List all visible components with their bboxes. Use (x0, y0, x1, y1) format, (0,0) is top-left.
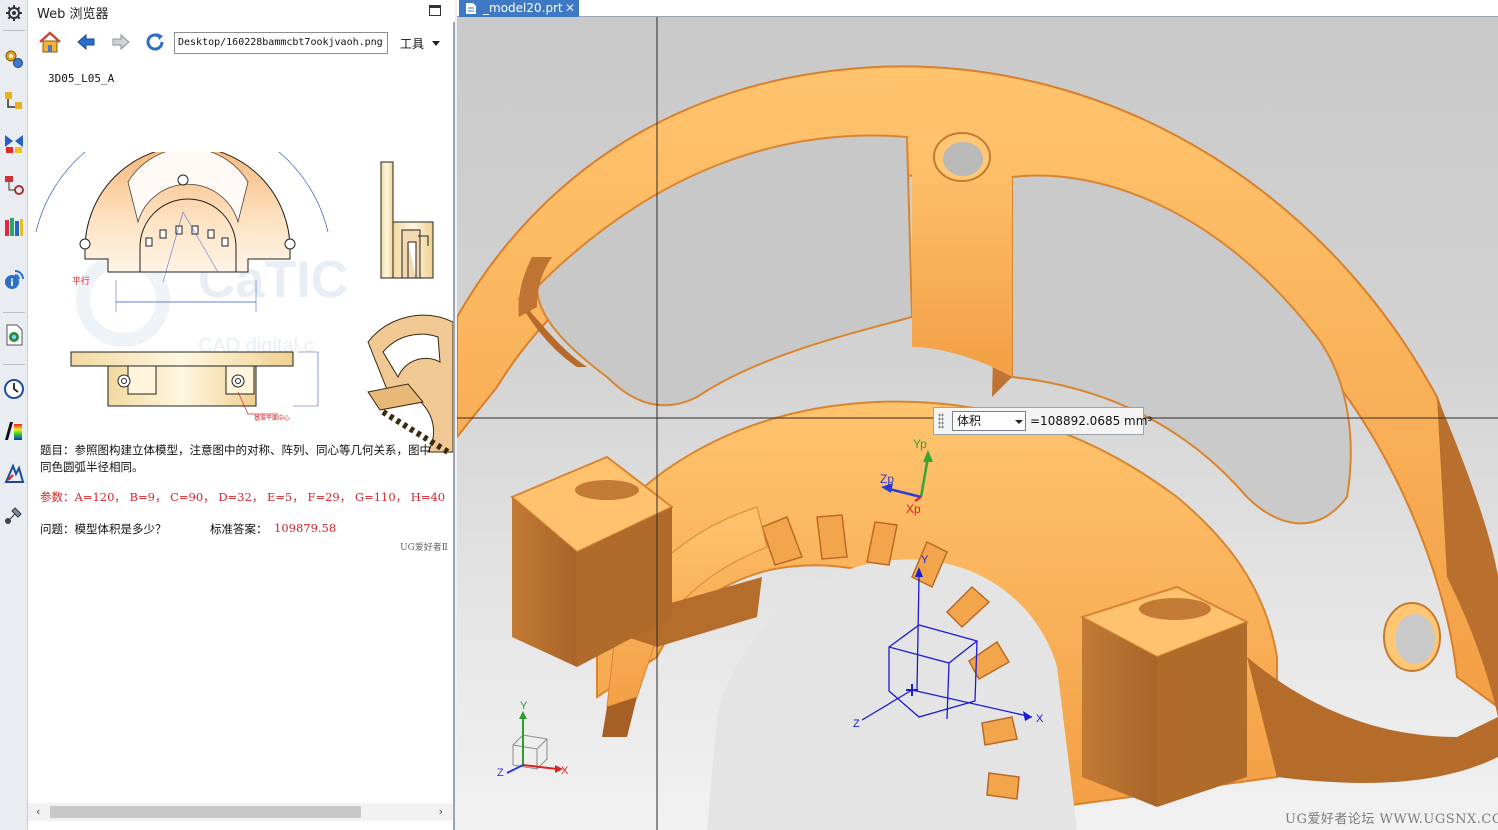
svg-text:i: i (10, 278, 13, 289)
wcs-x-label: X (1036, 713, 1044, 725)
part-navigator-icon[interactable] (2, 130, 26, 156)
reuse-library-icon[interactable] (2, 172, 26, 198)
horizontal-scrollbar[interactable]: ‹ › (28, 803, 453, 821)
volume-value: =108892.0685 mm³ (1030, 414, 1153, 428)
3d-viewport[interactable]: X Y Z Yp Zp Xp Y X Z 体积 =108892.0685 mm³… (457, 17, 1498, 830)
home-icon[interactable] (36, 28, 64, 56)
hd3d-tools-icon[interactable] (2, 214, 26, 240)
process-studio-icon[interactable] (2, 460, 26, 486)
refresh-icon[interactable] (141, 28, 169, 56)
address-input[interactable]: Desktop/160228bammcbt7ookjvaoh.png (174, 32, 388, 54)
answer-value: 109879.58 (274, 521, 337, 535)
browser-titlebar: Web 浏览器 (28, 0, 455, 22)
scroll-thumb[interactable] (50, 806, 361, 818)
web-browser-icon[interactable] (2, 322, 26, 348)
web-browser-panel: Web 浏览器 Desktop/160228bammcbt7ookjvaoh.p… (28, 0, 455, 830)
document-signature: UG爱好者Ⅱ (400, 543, 448, 553)
close-icon[interactable]: ✕ (565, 0, 575, 16)
hole-center-label: 基准平面中心 (254, 414, 290, 422)
chevron-down-icon[interactable] (1015, 420, 1023, 424)
forward-arrow-icon[interactable] (107, 28, 135, 56)
triad-xp-label: Xp (906, 502, 921, 516)
question-line: 问题：模型体积是多少？ (40, 522, 167, 536)
visualization-icon[interactable] (2, 418, 26, 444)
parallel-label: 平行 (72, 275, 90, 287)
resource-bar: i (0, 0, 28, 830)
tab-model20[interactable]: _model20.prt ✕ (459, 0, 579, 17)
browser-document: 3D05_L05_A CaTIC CAD digital c 平行 基准平面中心… (28, 62, 453, 802)
wcs-y-label: Y (921, 554, 929, 566)
svg-text:X: X (561, 765, 569, 777)
forum-watermark: UG爱好者论坛 WWW.UGSNX.COM (1285, 812, 1498, 827)
wcs-z-label: Z (853, 718, 860, 730)
tools-menu[interactable]: 工具 (400, 35, 424, 52)
chevron-down-icon[interactable] (432, 41, 440, 46)
svg-text:Y: Y (520, 700, 528, 712)
drawing-code: 3D05_L05_A (48, 72, 115, 85)
back-arrow-icon[interactable] (72, 28, 100, 56)
browser-toolbar: Desktop/160228bammcbt7ookjvaoh.png 工具 (28, 24, 455, 62)
drag-handle[interactable] (938, 413, 944, 429)
info-feed-icon[interactable]: i (2, 266, 26, 292)
maximize-icon[interactable] (429, 5, 441, 16)
nx-window: i Web 浏览器 Desktop/160228bammcbt7ookjvaoh… (0, 0, 1498, 830)
graphics-tabbar: _model20.prt ✕ (457, 0, 1498, 17)
constraint-navigator-icon[interactable] (2, 88, 26, 114)
svg-text:Z: Z (497, 767, 504, 779)
answer-label: 标准答案： (210, 522, 268, 536)
triad-zp-label: Zp (880, 472, 894, 486)
parameters-line: 参数：A=120， B=9， C=90， D=32， E=5， F=29， G=… (40, 490, 446, 504)
scroll-right-icon[interactable]: › (439, 805, 443, 818)
graphics-window: _model20.prt ✕ X Y Z Yp Zp Xp Y X Z 体积 =… (457, 0, 1498, 830)
browser-title: Web 浏览器 (37, 7, 109, 22)
view-triad: Y X Z (497, 700, 569, 779)
scroll-left-icon[interactable]: ‹ (36, 805, 40, 818)
measure-result-box: 体积 =108892.0685 mm³ (933, 407, 1152, 435)
triad-yp-label: Yp (913, 437, 927, 451)
question-description: 题目：参照图构建立体模型，注意图中的对称、阵列、同心等几何关系，图中同色圆弧半径… (40, 443, 431, 474)
history-icon[interactable] (2, 376, 26, 402)
engineering-drawing: CaTIC CAD digital c 平行 基准平面中心 (35, 152, 453, 455)
settings-gear-icon[interactable] (2, 0, 26, 26)
manufacturing-wizard-icon[interactable] (2, 502, 26, 528)
assembly-navigator-icon[interactable] (2, 46, 26, 72)
